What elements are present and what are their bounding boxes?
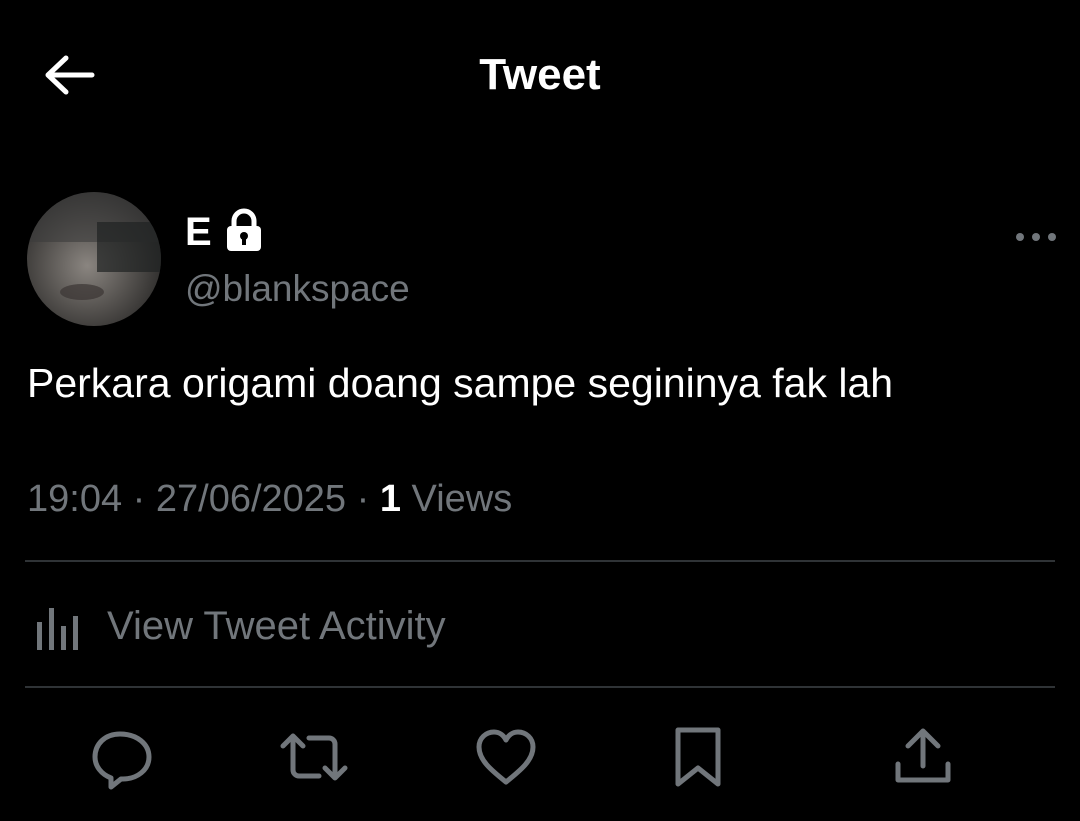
tweet-text: Perkara origami doang sampe segininya fa… <box>27 360 894 406</box>
display-name[interactable]: E <box>185 210 212 255</box>
view-tweet-activity-button[interactable]: View Tweet Activity <box>25 590 545 662</box>
reply-icon <box>92 731 152 790</box>
divider <box>25 686 1055 688</box>
bookmark-icon <box>675 727 721 787</box>
meta-separator: · <box>132 478 146 520</box>
page-title: Tweet <box>479 50 601 99</box>
heart-icon <box>476 729 536 785</box>
tweet-time: 19:04 <box>27 478 123 520</box>
activity-label: View Tweet Activity <box>107 604 446 648</box>
retweet-icon <box>280 733 348 781</box>
top-bar: Tweet <box>0 0 1080 150</box>
share-button[interactable] <box>888 722 958 792</box>
share-icon <box>895 728 951 783</box>
lock-icon <box>227 208 261 251</box>
author-handle[interactable]: @blankspace <box>185 268 410 310</box>
divider <box>25 560 1055 562</box>
bookmark-button[interactable] <box>663 722 733 792</box>
retweet-button[interactable] <box>279 722 349 792</box>
reply-button[interactable] <box>87 722 157 792</box>
like-button[interactable] <box>471 722 541 792</box>
bar-chart-icon <box>37 608 78 650</box>
tweet-date: 27/06/2025 <box>155 478 347 520</box>
meta-separator: · <box>356 478 370 520</box>
more-horizontal-icon <box>1016 233 1056 241</box>
views-count: 1 <box>379 478 401 520</box>
more-options-button[interactable] <box>1010 222 1062 252</box>
tweet-meta: 19:04 · 27/06/2025 · 1 Views <box>27 478 512 521</box>
avatar[interactable] <box>27 192 161 326</box>
views-label: Views <box>411 478 513 520</box>
